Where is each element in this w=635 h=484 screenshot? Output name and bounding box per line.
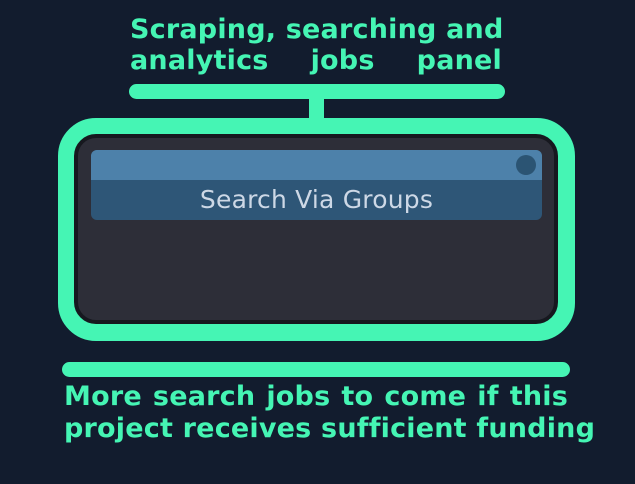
panel-title-line-1: Scraping, searching and <box>130 14 504 45</box>
bottom-divider-bar <box>62 362 570 377</box>
search-via-groups-job-card[interactable]: Search Via Groups <box>91 150 542 220</box>
job-card-label: Search Via Groups <box>199 185 434 214</box>
status-indicator-icon <box>516 155 536 175</box>
panel-title-line-2: analytics jobs panel <box>130 45 502 76</box>
funding-note-caption: More search jobs to come if this project… <box>64 381 596 445</box>
funding-note-line-1: More search jobs to come if this <box>64 381 568 412</box>
funding-note-line-2: project receives sufficient funding <box>64 413 596 444</box>
panel-title-caption: Scraping, searching and analytics jobs p… <box>130 14 504 76</box>
job-card-header <box>91 150 542 180</box>
